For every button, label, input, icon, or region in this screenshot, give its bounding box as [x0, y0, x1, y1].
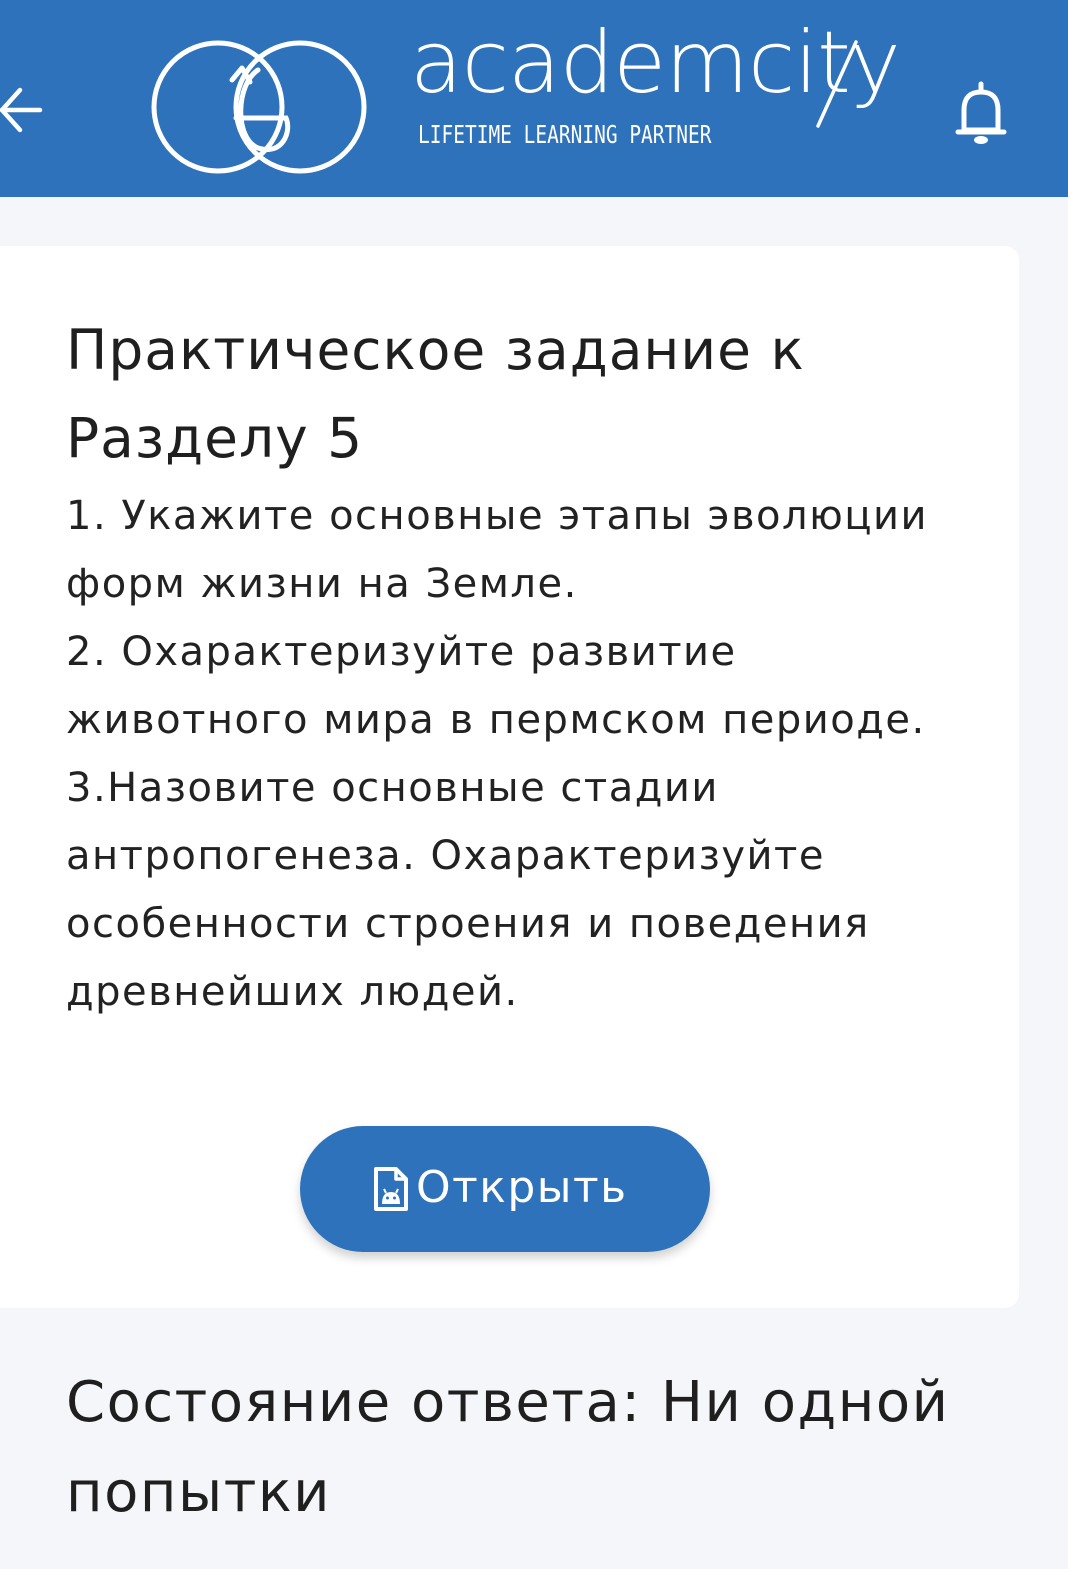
task-title: Практическое задание к Разделу 5 [66, 318, 805, 470]
task-card: Практическое задание к Разделу 5 1. Укаж… [0, 246, 1019, 1308]
android-file-icon [374, 1167, 408, 1211]
app-header: academcity LIFETIME LEARNING PARTNER [0, 0, 1068, 197]
notifications-button[interactable] [946, 80, 1016, 150]
back-button[interactable] [0, 68, 60, 148]
brand-tagline: LIFETIME LEARNING PARTNER [418, 120, 712, 149]
open-button[interactable]: Открыть [300, 1126, 710, 1252]
bell-icon [955, 81, 1007, 144]
arrow-left-icon [0, 87, 43, 133]
academcity-logo-icon [151, 40, 367, 174]
task-description: 1. Укажите основные этапы эволюции форм … [66, 493, 928, 1015]
answer-status: Состояние ответа: Ни одной попытки [66, 1370, 950, 1525]
open-button-label: Открыть [416, 1162, 628, 1213]
brand-slash-mark [816, 40, 858, 128]
